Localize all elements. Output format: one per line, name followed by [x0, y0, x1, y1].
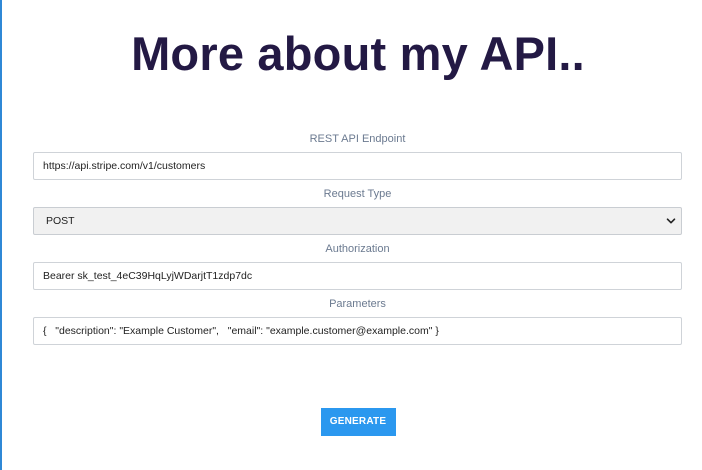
request-type-value: POST: [46, 215, 75, 227]
parameters-label: Parameters: [329, 298, 386, 310]
request-type-label: Request Type: [323, 188, 392, 200]
authorization-input[interactable]: Bearer sk_test_4eC39HqLyjWDarjtT1zdp7dc: [33, 262, 682, 290]
parameters-input[interactable]: { "description": "Example Customer", "em…: [33, 317, 682, 345]
page-title: More about my API..: [131, 27, 585, 80]
generate-button[interactable]: GENERATE: [320, 408, 396, 436]
chevron-down-icon: [666, 218, 676, 224]
endpoint-input[interactable]: https://api.stripe.com/v1/customers: [33, 152, 682, 180]
request-type-select[interactable]: POST: [33, 207, 682, 235]
action-row: GENERATE: [0, 408, 702, 436]
endpoint-label: REST API Endpoint: [309, 133, 406, 145]
api-details-page: More about my API.. REST API Endpoint ht…: [0, 0, 702, 470]
api-form: REST API Endpoint https://api.stripe.com…: [33, 130, 682, 350]
authorization-label: Authorization: [325, 243, 390, 255]
